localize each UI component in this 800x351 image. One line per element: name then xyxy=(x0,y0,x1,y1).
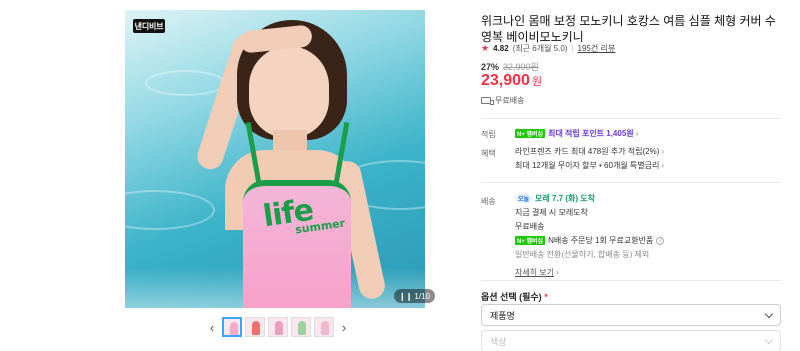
price-row: 23,900 원 xyxy=(481,72,542,90)
water-ripple xyxy=(125,190,215,230)
thumbnail-figure xyxy=(321,321,329,335)
water-ripple xyxy=(145,70,225,96)
thumbnail-3[interactable] xyxy=(268,317,288,337)
discount-rate: 27% xyxy=(481,61,500,72)
arrival-date: 모레 7.7 (화) 도착 xyxy=(535,194,595,203)
card-benefit-text: 라인프렌즈 카드 최대 478원 추가 적립(2%) xyxy=(515,147,660,156)
free-shipping-text: 무료배송 xyxy=(495,96,525,105)
divider xyxy=(481,182,781,183)
delivery-info: 오늘 모레 7.7 (화) 도착 지금 결제 시 모레도착 무료배송 N+ 멤버십… xyxy=(515,192,665,280)
product-main-image[interactable]: life summer xyxy=(125,10,425,308)
thumbnail-5[interactable] xyxy=(314,317,334,337)
divider xyxy=(481,118,781,119)
free-shipping-row: 무료배송 xyxy=(481,95,524,106)
required-mark: * xyxy=(544,292,548,302)
thumbnail-4[interactable] xyxy=(291,317,311,337)
sale-price: 23,900 xyxy=(481,72,530,89)
thumbnail-2[interactable] xyxy=(245,317,265,337)
thumbnail-1[interactable] xyxy=(222,317,242,337)
select-value: 색상 xyxy=(490,336,507,347)
npay-membership-badge: N+ 멤버십 xyxy=(515,129,546,139)
thumbnail-figure xyxy=(275,321,283,335)
reviews-link[interactable]: 195건 리뷰 xyxy=(578,43,616,54)
chevron-right-icon: › xyxy=(661,147,665,156)
product-title: 위크나인 몸매 보정 모노키니 호캉스 여름 심플 체형 커버 수영복 베이비모… xyxy=(481,14,776,44)
points-label: 적립 xyxy=(481,130,496,139)
see-details-link[interactable]: 자세히 보기 xyxy=(515,268,554,277)
rating-value: 4.82 xyxy=(493,44,509,53)
points-row[interactable]: N+ 멤버십 최대 적립 포인트 1,405원 › xyxy=(515,127,638,141)
info-icon[interactable]: i xyxy=(656,236,665,245)
today-badge: 오늘 xyxy=(515,194,533,204)
installment-benefit-text: 최대 12개월 무이자 할부 • 60개월 특별금리 xyxy=(515,161,660,170)
price-unit: 원 xyxy=(531,76,543,88)
delivery-label: 배송 xyxy=(481,197,496,206)
select-value: 제품명 xyxy=(490,310,515,321)
option-select-label: 옵션 선택 (필수) * xyxy=(481,290,548,303)
thumbnail-figure xyxy=(230,322,238,335)
image-page-counter[interactable]: ❙❙ 1/10 xyxy=(394,289,435,303)
chevron-right-icon: › xyxy=(661,161,665,170)
arrival-condition: 지금 결제 시 모레도착 xyxy=(515,208,588,217)
rating-separator: | xyxy=(571,44,574,53)
product-name-select[interactable]: 제품명 xyxy=(481,304,781,326)
thumbnail-figure xyxy=(252,321,260,335)
option-label-text: 옵션 선택 (필수) xyxy=(481,292,542,302)
color-select[interactable]: 색상 xyxy=(481,330,781,351)
chevron-down-icon xyxy=(764,309,774,318)
model-face xyxy=(249,46,329,138)
pause-icon: ❙❙ xyxy=(399,291,413,301)
chevron-right-icon: › xyxy=(556,268,559,277)
thumbnail-next-button[interactable]: › xyxy=(337,317,351,337)
thumbnail-strip: ‹ › xyxy=(205,316,351,338)
truck-icon xyxy=(481,97,494,105)
chevron-down-icon xyxy=(764,335,774,344)
rating-row: ★ 4.82 (최근 6개월 5.0) | 195건 리뷰 xyxy=(481,43,615,54)
delivery-fee: 무료배송 xyxy=(515,222,545,231)
star-icon: ★ xyxy=(481,43,490,53)
page-counter-text: 1/10 xyxy=(414,291,430,301)
benefits-label: 혜택 xyxy=(481,149,496,158)
free-return-text: N배송 주문당 1회 무료교환반품 xyxy=(548,236,654,245)
brand-badge: 낸디비브 xyxy=(133,19,165,33)
benefits-row[interactable]: 라인프렌즈 카드 최대 478원 추가 적립(2%) › 최대 12개월 무이자 … xyxy=(515,145,664,173)
rating-note: (최근 6개월 5.0) xyxy=(512,44,568,53)
npay-membership-badge: N+ 멤버십 xyxy=(515,236,546,246)
thumbnail-figure xyxy=(298,321,306,335)
max-points-text: 최대 적립 포인트 1,405원 xyxy=(548,129,634,138)
delivery-exclusion-note: 일반배송 전환(선물하기, 합배송 등) 제외 xyxy=(515,250,650,259)
chevron-right-icon: › xyxy=(635,129,639,138)
divider xyxy=(481,280,781,281)
thumbnail-prev-button[interactable]: ‹ xyxy=(205,317,219,337)
